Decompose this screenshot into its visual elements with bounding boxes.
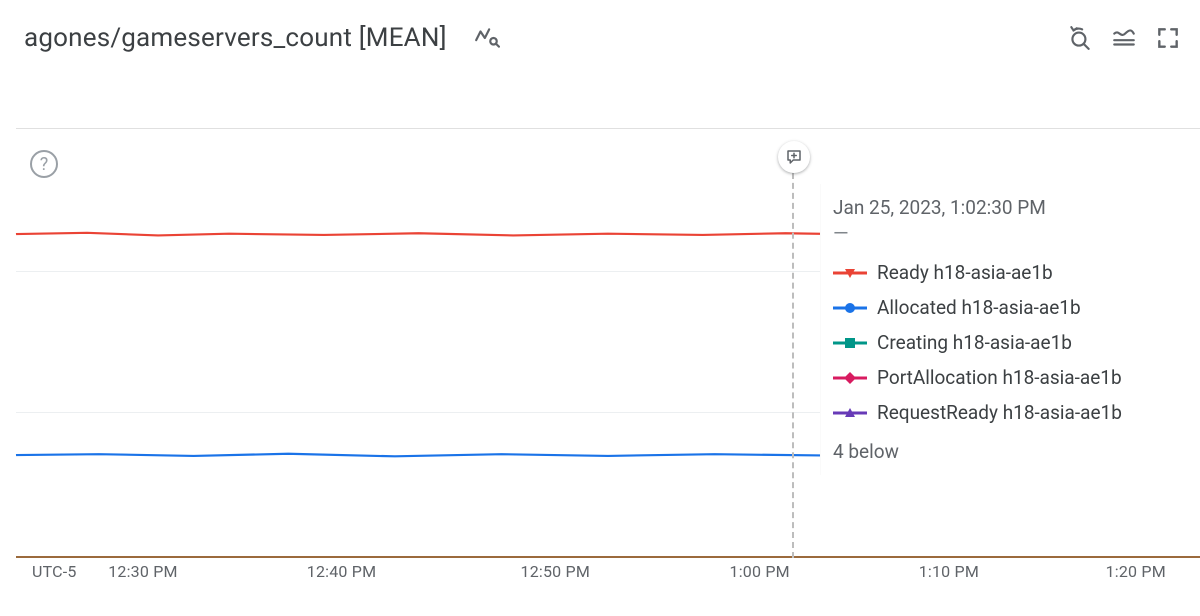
legend-marker-icon — [833, 301, 867, 315]
chart-area[interactable]: ? UTC-5 12:30 PM12:40 PM12:50 PM1:00 PM1… — [0, 72, 1200, 562]
legend-marker-icon — [833, 266, 867, 280]
legend-label: Ready h18-asia-ae1b — [877, 261, 1053, 284]
legend-row[interactable]: Allocated h18-asia-ae1b — [833, 290, 1192, 325]
chart-title: agones/gameservers_count [MEAN] — [24, 23, 447, 53]
chart-header: agones/gameservers_count [MEAN] — [0, 0, 1200, 72]
legend-row[interactable]: Ready h18-asia-ae1b — [833, 255, 1192, 290]
legend-marker-icon — [833, 371, 867, 385]
legend-marker-icon — [833, 336, 867, 350]
x-tick: 12:50 PM — [521, 562, 590, 581]
legend-marker-icon — [833, 406, 867, 420]
fullscreen-icon[interactable] — [1146, 16, 1190, 60]
tooltip-more-below: 4 below — [833, 430, 1192, 463]
reset-zoom-icon[interactable] — [1058, 16, 1102, 60]
legend-row[interactable]: PortAllocation h18-asia-ae1b — [833, 360, 1192, 395]
tooltip-value: — — [833, 221, 1192, 245]
hover-reference-line — [792, 153, 794, 558]
legend-label: Allocated h18-asia-ae1b — [877, 296, 1081, 319]
hover-tooltip: Jan 25, 2023, 1:02:30 PM — Ready h18-asi… — [820, 184, 1200, 475]
x-tick: 1:00 PM — [730, 562, 790, 581]
x-tick: 12:30 PM — [108, 562, 177, 581]
x-tick: 1:10 PM — [919, 562, 979, 581]
legend-label: Creating h18-asia-ae1b — [877, 331, 1072, 354]
tooltip-timestamp: Jan 25, 2023, 1:02:30 PM — [833, 196, 1192, 219]
legend-label: RequestReady h18-asia-ae1b — [877, 401, 1122, 424]
timezone-label: UTC-5 — [32, 562, 77, 581]
legend-toggle-icon[interactable] — [1102, 16, 1146, 60]
legend-label: PortAllocation h18-asia-ae1b — [877, 366, 1122, 389]
x-tick: 1:20 PM — [1106, 562, 1166, 581]
metrics-explorer-icon[interactable] — [465, 16, 509, 60]
x-axis-baseline — [16, 556, 1200, 558]
add-annotation-button[interactable] — [778, 141, 810, 173]
legend-row[interactable]: RequestReady h18-asia-ae1b — [833, 395, 1192, 430]
legend-row[interactable]: Creating h18-asia-ae1b — [833, 325, 1192, 360]
x-axis: UTC-5 12:30 PM 12:40 PM 12:50 PM 1:00 PM 1:1… — [32, 562, 1200, 590]
x-tick: 12:40 PM — [307, 562, 376, 581]
